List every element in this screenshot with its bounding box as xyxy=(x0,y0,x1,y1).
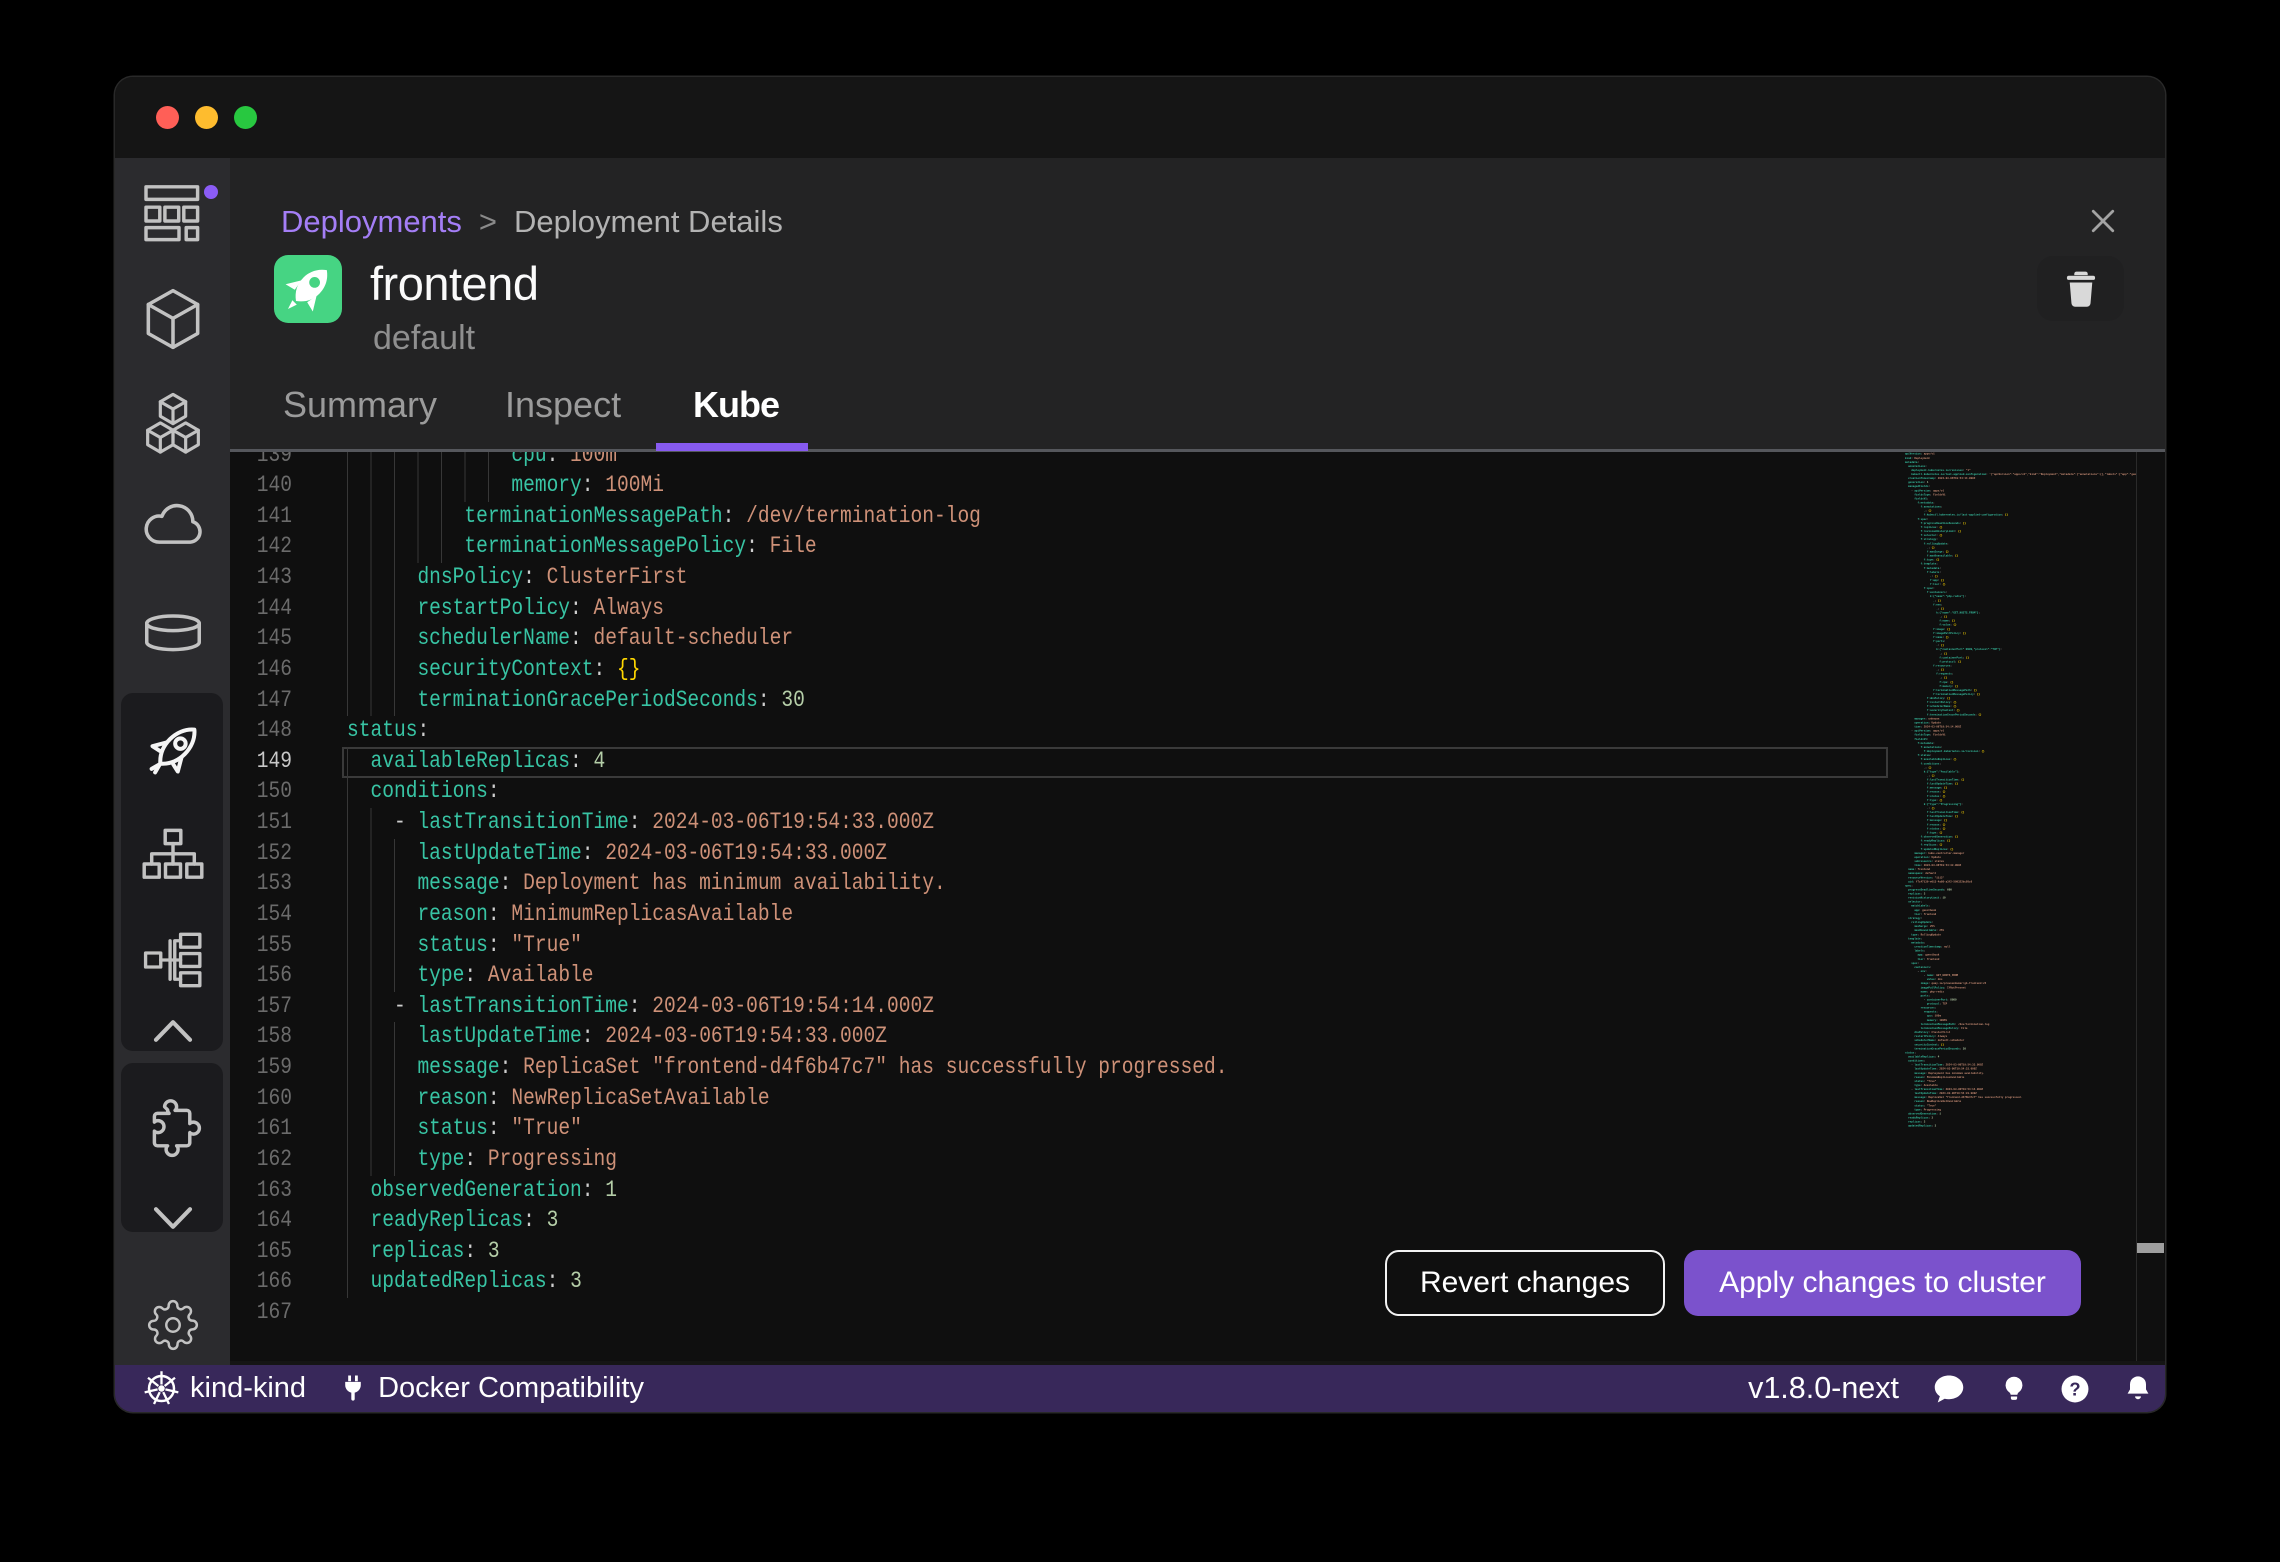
svg-text:?: ? xyxy=(2069,1378,2080,1399)
